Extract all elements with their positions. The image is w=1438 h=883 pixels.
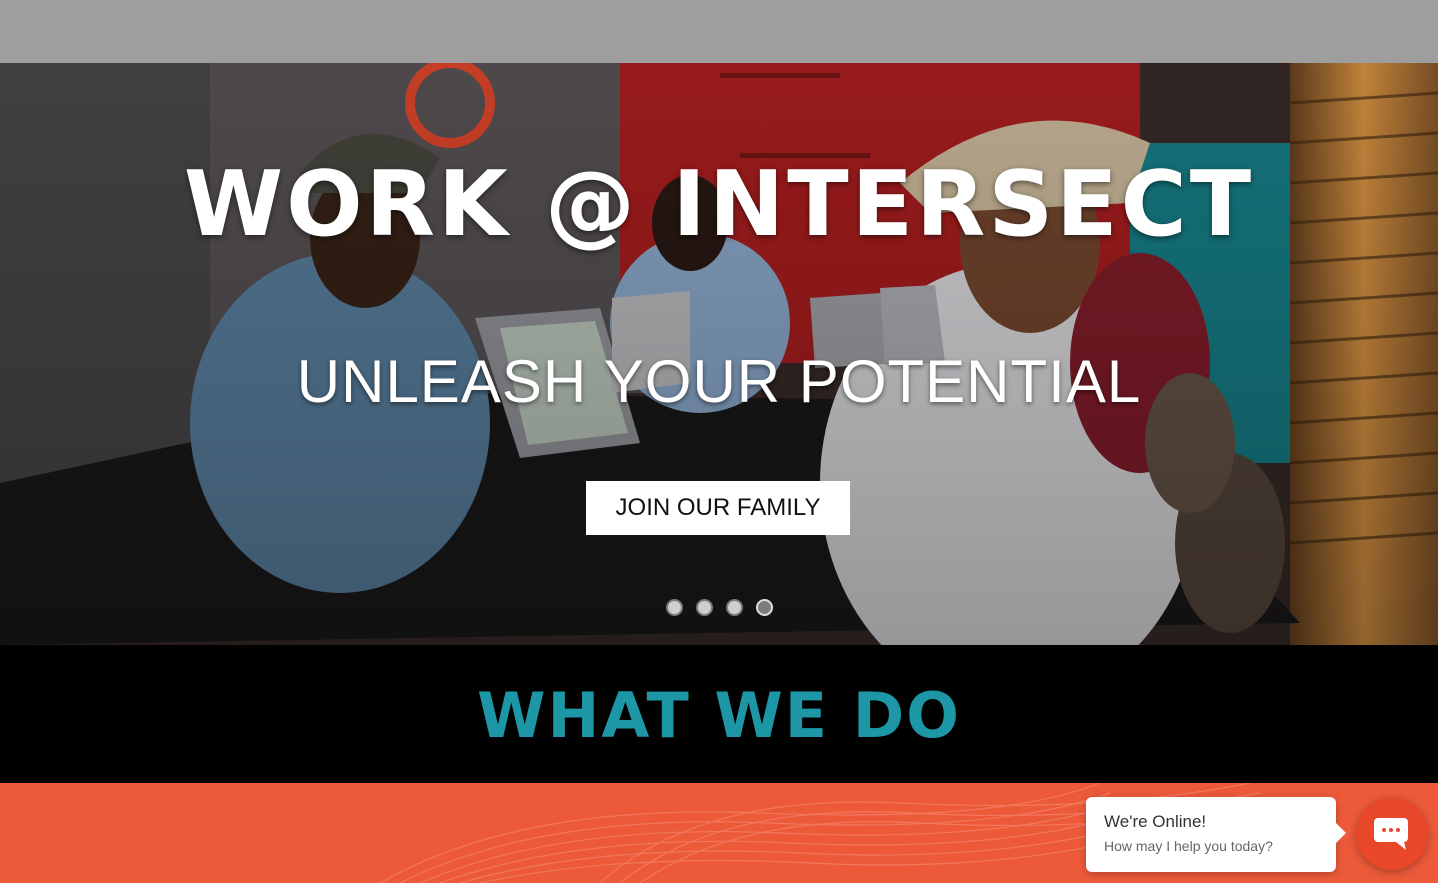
hero-slider: WORK @ INTERSECT UNLEASH YOUR POTENTIAL … xyxy=(0,63,1438,645)
join-our-family-button[interactable]: JOIN OUR FAMILY xyxy=(586,481,850,535)
slide-dot-3[interactable] xyxy=(725,599,743,616)
chat-prompt-text: How may I help you today? xyxy=(1104,838,1273,854)
chat-launcher-button[interactable] xyxy=(1356,798,1428,870)
chat-greeting-bubble[interactable]: We're Online! How may I help you today? xyxy=(1086,797,1346,872)
chat-status-text: We're Online! xyxy=(1104,812,1207,831)
slide-dot-4[interactable] xyxy=(755,599,773,616)
chat-icon xyxy=(1374,818,1408,850)
what-we-do-heading: WHAT WE DO xyxy=(477,679,961,752)
top-navbar xyxy=(0,0,1438,63)
hero-title: WORK @ INTERSECT xyxy=(183,152,1255,257)
slide-dot-1[interactable] xyxy=(665,599,683,616)
hero-subtitle: UNLEASH YOUR POTENTIAL xyxy=(296,348,1142,415)
slider-pagination xyxy=(0,599,1438,619)
what-we-do-section: WHAT WE DO xyxy=(0,645,1438,783)
slide-dot-2[interactable] xyxy=(695,599,713,616)
